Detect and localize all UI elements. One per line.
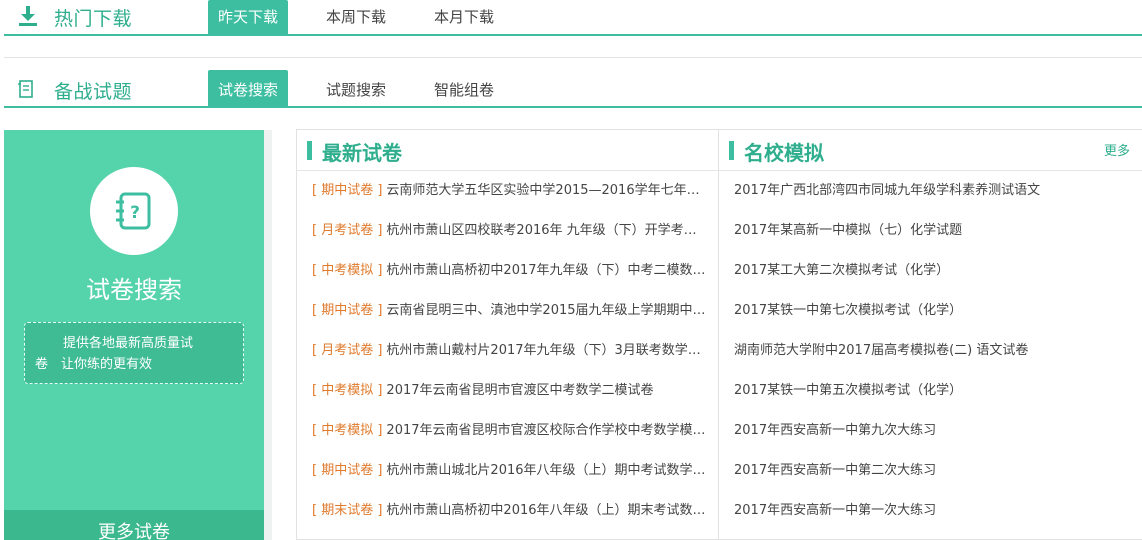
paper-title: 杭州市萧山戴村片2017年九年级（下）3月联考数学试卷 <box>386 343 714 358</box>
list-item[interactable]: 湖南师范大学附中2017届高考模拟卷(二) 语文试卷 <box>719 331 1142 371</box>
list-item[interactable]: [ 期中试卷 ] 杭州市萧山城北片2016年八年级（上）期中考试数学试卷 <box>297 451 718 491</box>
famous-schools-title: 名校模拟 <box>744 141 824 165</box>
list-item[interactable]: 2017年西安高新一中第九次大练习 <box>719 411 1142 451</box>
paper-title: 云南省昆明三中、滇池中学2015届九年级上学期期中考试试卷 <box>386 303 718 318</box>
list-item[interactable]: [ 中考模拟 ] 杭州市萧山高桥初中2017年九年级（下）中考二模数学试卷 <box>297 251 718 291</box>
list-item[interactable]: [ 期中试卷 ] 云南省昆明三中、滇池中学2015届九年级上学期期中考试试卷 <box>297 291 718 331</box>
paper-tag: [ 中考模拟 ] <box>312 263 383 278</box>
paper-title: 杭州市萧山高桥初中2017年九年级（下）中考二模数学试卷 <box>386 263 718 278</box>
paper-tag: [ 期中试卷 ] <box>312 463 383 478</box>
paper-title: 杭州市萧山区四校联考2016年 九年级（下）开学考试数学试卷 <box>386 223 718 238</box>
question-book-icon: ? <box>90 167 178 255</box>
list-item[interactable]: 2017年广西北部湾四市同城九年级学科素养测试语文 <box>719 171 1142 211</box>
prep-bar: 备战试题 试卷搜索 试题搜索 智能组卷 <box>4 70 1142 108</box>
list-item[interactable]: [ 月考试卷 ] 杭州市萧山区四校联考2016年 九年级（下）开学考试数学试卷 <box>297 211 718 251</box>
card-desc-line2: 卷 让你练的更有效 <box>35 357 153 372</box>
hot-downloads-title: 热门下载 <box>54 8 133 30</box>
paper-title: 云南师范大学五华区实验中学2015—2016学年七年级下学期期中考试语文试卷 <box>386 183 718 198</box>
paper-tag: [ 中考模拟 ] <box>312 383 383 398</box>
card-shadow <box>264 130 272 540</box>
tab-week[interactable]: 本周下载 <box>316 0 396 34</box>
list-item[interactable]: 2017某铁一中第五次模拟考试（化学） <box>719 371 1142 411</box>
list-item[interactable]: 2017某工大第二次模拟考试（化学） <box>719 251 1142 291</box>
latest-papers-header: 最新试卷 <box>297 130 718 171</box>
section-divider <box>4 57 1142 58</box>
prep-title: 备战试题 <box>54 81 133 103</box>
card-desc-line1: 提供各地最新高质量试 <box>63 336 194 351</box>
paper-title: 杭州市萧山高桥初中2016年八年级（上）期末考试数学试卷 <box>386 503 718 518</box>
card-title: 试卷搜索 <box>86 276 182 304</box>
list-item[interactable]: [ 月考试卷 ] 杭州市萧山戴村片2017年九年级（下）3月联考数学试卷 <box>297 331 718 371</box>
header-accent-mark <box>729 141 734 160</box>
latest-papers-title: 最新试卷 <box>322 141 402 165</box>
svg-text:?: ? <box>130 203 140 223</box>
paper-tag: [ 期中试卷 ] <box>312 303 383 318</box>
paper-tag: [ 月考试卷 ] <box>312 223 383 238</box>
list-item[interactable]: [ 中考模拟 ] 2017年云南省昆明市官渡区中考数学二模试卷 <box>297 371 718 411</box>
famous-schools-panel: 名校模拟 更多 2017年广西北部湾四市同城九年级学科素养测试语文 2017年某… <box>718 129 1142 540</box>
tab-month[interactable]: 本月下载 <box>424 0 504 34</box>
paper-tag: [ 月考试卷 ] <box>312 343 383 358</box>
paper-title: 2017年云南省昆明市官渡区校际合作学校中考数学模拟试卷 <box>386 423 718 438</box>
paper-search-card: ? 试卷搜索 提供各地最新高质量试 卷 让你练的更有效 更多试卷 <box>4 130 264 540</box>
list-item[interactable]: 2017年某高新一中模拟（七）化学试题 <box>719 211 1142 251</box>
tab-yesterday[interactable]: 昨天下载 <box>208 0 289 34</box>
card-description: 提供各地最新高质量试 卷 让你练的更有效 <box>24 322 244 384</box>
famous-schools-header: 名校模拟 更多 <box>719 130 1142 171</box>
list-item[interactable]: [ 期末试卷 ] 杭州市萧山高桥初中2016年八年级（上）期末考试数学试卷 <box>297 491 718 531</box>
list-item[interactable]: 2017年西安高新一中第一次大练习 <box>719 491 1142 531</box>
tab-question-search[interactable]: 试题搜索 <box>316 70 396 104</box>
paper-tag: [ 期中试卷 ] <box>312 183 383 198</box>
paper-tag: [ 期末试卷 ] <box>312 503 383 518</box>
more-papers-button[interactable]: 更多试卷 <box>4 510 264 540</box>
hot-downloads-bar: 热门下载 昨天下载 本周下载 本月下载 <box>4 0 1142 36</box>
list-item[interactable]: 2017某铁一中第七次模拟考试（化学） <box>719 291 1142 331</box>
list-item[interactable]: 2017年西安高新一中第二次大练习 <box>719 451 1142 491</box>
list-item[interactable]: [ 期中试卷 ]云南师范大学五华区实验中学2015—2016学年七年级下学期期中… <box>297 171 718 211</box>
list-item[interactable]: [ 中考模拟 ] 2017年云南省昆明市官渡区校际合作学校中考数学模拟试卷 <box>297 411 718 451</box>
latest-papers-list: [ 期中试卷 ]云南师范大学五华区实验中学2015—2016学年七年级下学期期中… <box>297 171 718 531</box>
latest-papers-panel: 最新试卷 [ 期中试卷 ] 云南师范大学五华区实验中学2015—2016学年七年级… <box>296 129 719 540</box>
famous-schools-list: 2017年广西北部湾四市同城九年级学科素养测试语文 2017年某高新一中模拟（七… <box>719 171 1142 531</box>
document-icon <box>18 79 40 101</box>
tab-paper-search[interactable]: 试卷搜索 <box>208 70 289 106</box>
header-accent-mark <box>307 141 312 160</box>
paper-title: 杭州市萧山城北片2016年八年级（上）期中考试数学试卷 <box>386 463 718 478</box>
paper-tag: [ 中考模拟 ] <box>312 423 383 438</box>
paper-title: 2017年云南省昆明市官渡区中考数学二模试卷 <box>386 383 654 398</box>
tab-smart-compose[interactable]: 智能组卷 <box>424 70 504 104</box>
download-icon <box>18 5 40 27</box>
more-link[interactable]: 更多 <box>1104 140 1130 159</box>
